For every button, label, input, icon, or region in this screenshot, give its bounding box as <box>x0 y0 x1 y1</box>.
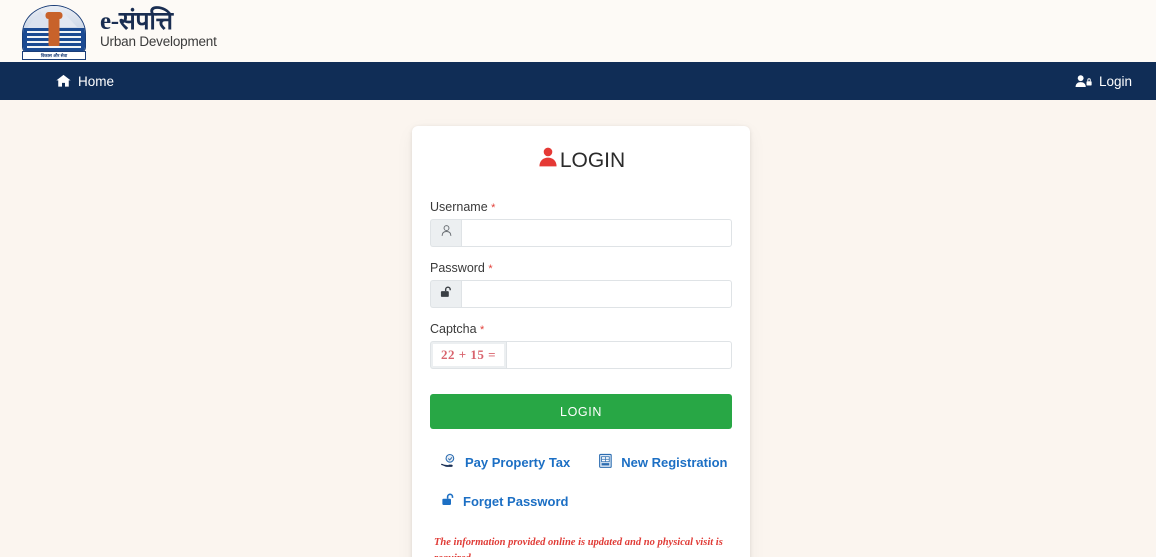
page-main: LOGIN Username * Password * Captcha * 22… <box>0 100 1156 557</box>
captcha-input[interactable] <box>506 341 732 369</box>
captcha-required-mark: * <box>480 324 485 336</box>
link-pay-property-tax[interactable]: Pay Property Tax <box>440 453 570 472</box>
hand-holding-coin-icon <box>440 453 458 472</box>
emblem-circle <box>22 5 86 53</box>
unlock-icon <box>439 285 453 304</box>
main-navbar: Home Login <box>0 62 1156 100</box>
login-card-title: LOGIN <box>430 146 732 174</box>
home-icon <box>56 74 71 88</box>
user-lock-icon <box>1075 74 1092 88</box>
registration-building-icon <box>597 453 614 472</box>
password-field-group: Password * <box>430 261 732 308</box>
unlock-icon <box>440 492 456 510</box>
username-prefix <box>430 219 461 247</box>
username-input-group <box>430 219 732 247</box>
password-label-text: Password <box>430 261 485 275</box>
brand-subtitle: Urban Development <box>100 34 217 50</box>
captcha-question-box: 22 + 15 = <box>430 341 506 369</box>
login-title-text: LOGIN <box>559 148 626 172</box>
link-forget-password-label: Forget Password <box>463 493 569 509</box>
quick-links-row: Pay Property Tax New Registration <box>430 453 732 472</box>
username-required-mark: * <box>491 202 496 214</box>
brand-title: e-संपत्ति <box>100 8 173 36</box>
nav-item-login[interactable]: Login <box>1071 68 1136 95</box>
emblem-caption-text: विकास और सेवा <box>40 52 68 58</box>
navbar-left-group: Home <box>0 68 118 95</box>
emblem-caption-plate: विकास और सेवा <box>22 51 86 60</box>
nav-item-home[interactable]: Home <box>52 68 118 95</box>
captcha-label-text: Captcha <box>430 322 477 336</box>
login-submit-button[interactable]: LOGIN <box>430 394 732 429</box>
password-prefix <box>430 280 461 308</box>
user-icon-red <box>537 146 559 174</box>
nav-item-login-label: Login <box>1098 73 1132 89</box>
forget-password-row: Forget Password <box>430 492 732 510</box>
password-required-mark: * <box>488 263 493 275</box>
link-pay-property-tax-label: Pay Property Tax <box>465 455 571 470</box>
captcha-label: Captcha * <box>430 322 732 336</box>
captcha-field-group: Captcha * 22 + 15 = <box>430 322 732 369</box>
captcha-question-text: 22 + 15 = <box>433 344 504 366</box>
navbar-right-group: Login <box>1071 68 1136 95</box>
password-label: Password * <box>430 261 732 275</box>
username-input[interactable] <box>461 219 732 247</box>
brand-header: विकास और सेवा e-संपत्ति Urban Developmen… <box>0 0 1156 62</box>
user-outline-icon <box>440 224 453 242</box>
information-notice: The information provided online is updat… <box>434 537 723 557</box>
captcha-input-group: 22 + 15 = <box>430 341 732 369</box>
password-input[interactable] <box>461 280 732 308</box>
username-field-group: Username * <box>430 200 732 247</box>
username-label-text: Username <box>430 200 488 214</box>
brand-text-block: e-संपत्ति Urban Development <box>100 9 217 53</box>
link-new-registration-label: New Registration <box>621 455 728 470</box>
username-label: Username * <box>430 200 732 214</box>
state-emblem-logo: विकास और सेवा <box>14 3 96 60</box>
link-new-registration[interactable]: New Registration <box>597 453 727 472</box>
emblem-pillar-icon <box>48 14 60 47</box>
link-forget-password[interactable]: Forget Password <box>440 492 568 510</box>
login-card: LOGIN Username * Password * Captcha * 22… <box>412 126 750 557</box>
password-input-group <box>430 280 732 308</box>
nav-item-home-label: Home <box>78 73 115 89</box>
